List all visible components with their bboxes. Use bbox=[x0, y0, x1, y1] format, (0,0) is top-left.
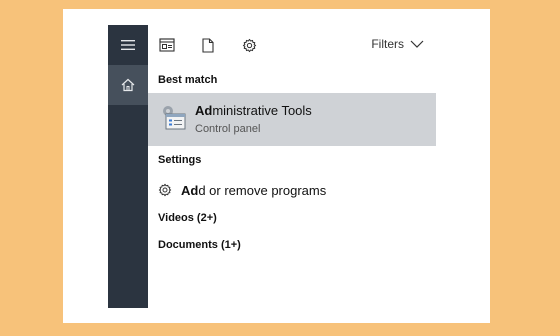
settings-header: Settings bbox=[158, 154, 202, 166]
settings-filter-button[interactable] bbox=[240, 36, 258, 54]
filter-toolbar: Filters bbox=[148, 25, 436, 65]
admin-tools-icon bbox=[163, 106, 186, 130]
add-remove-programs-result[interactable]: Add or remove programs bbox=[148, 179, 436, 201]
best-match-subtitle: Control panel bbox=[195, 123, 261, 135]
add-remove-programs-label: Add or remove programs bbox=[181, 182, 327, 198]
settings-gear-icon bbox=[242, 38, 256, 52]
filters-label: Filters bbox=[371, 37, 404, 51]
apps-filter-button[interactable] bbox=[158, 36, 176, 54]
chevron-down-icon bbox=[410, 40, 424, 48]
gear-icon bbox=[158, 183, 172, 197]
home-icon bbox=[121, 78, 135, 92]
apps-icon bbox=[159, 38, 175, 52]
best-match-header: Best match bbox=[158, 74, 218, 86]
best-match-title: Administrative Tools bbox=[195, 103, 312, 118]
menu-icon bbox=[121, 40, 135, 50]
filters-dropdown[interactable]: Filters bbox=[371, 37, 424, 51]
search-results-panel: Filters Best match Administrative Tools … bbox=[148, 25, 436, 308]
documents-filter-button[interactable] bbox=[199, 36, 217, 54]
documents-header[interactable]: Documents (1+) bbox=[158, 239, 241, 251]
hamburger-menu-button[interactable] bbox=[108, 25, 148, 65]
start-rail bbox=[108, 25, 148, 308]
home-button[interactable] bbox=[108, 65, 148, 105]
document-icon bbox=[202, 37, 214, 53]
videos-header[interactable]: Videos (2+) bbox=[158, 212, 217, 224]
best-match-result[interactable]: Administrative Tools Control panel bbox=[148, 93, 436, 146]
